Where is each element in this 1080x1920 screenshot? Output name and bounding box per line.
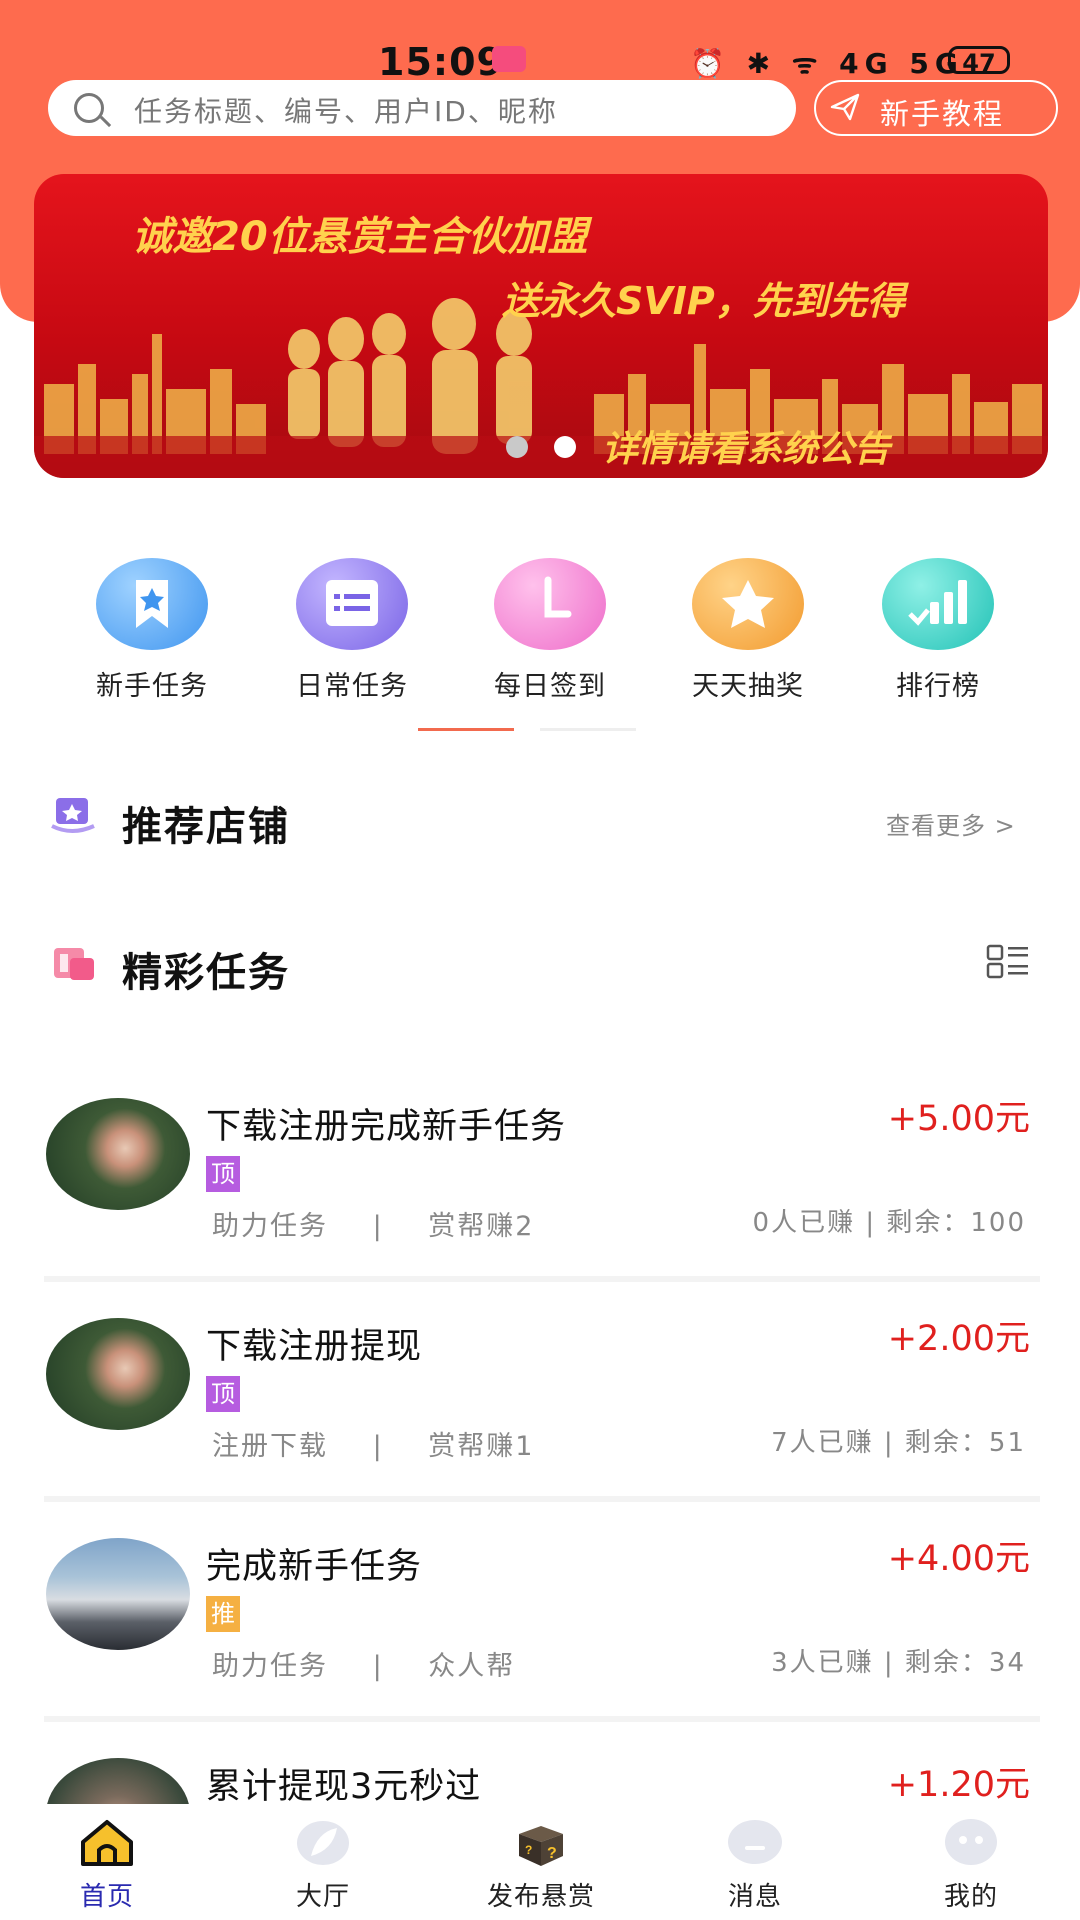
task-stats: 3人已赚 | 剩余：34	[771, 1648, 1026, 1678]
nav-label: 发布悬赏	[486, 1882, 595, 1912]
bookmark-star-icon	[96, 558, 208, 650]
task-reward: +5.00元	[887, 1099, 1030, 1139]
task-category: 助力任务	[212, 1651, 328, 1682]
banner-dot-1[interactable]	[506, 436, 528, 458]
battery-icon: 47	[948, 46, 1010, 77]
search-icon	[74, 93, 104, 123]
promo-banner[interactable]: 诚邀20位悬赏主合伙加盟 送永久SVIP，先到先得 详情请看系统公告	[34, 174, 1048, 478]
task-category: 助力任务	[212, 1211, 328, 1242]
nav-label: 我的	[943, 1882, 998, 1912]
quick-action-label: 日常任务	[296, 671, 408, 702]
task-reward: +2.00元	[887, 1319, 1030, 1359]
huawei-badge-icon	[492, 46, 526, 72]
meta-separator: |	[372, 1651, 384, 1682]
task-stats: 7人已赚 | 剩余：51	[771, 1428, 1026, 1458]
featured-tasks-icon	[54, 948, 94, 980]
banner-notice: 详情请看系统公告	[602, 429, 891, 470]
nav-mine[interactable]: 我的	[896, 1804, 1046, 1913]
quick-action-pager-active	[418, 728, 514, 731]
task-stats: 0人已赚 | 剩余：100	[752, 1208, 1026, 1238]
view-more-link[interactable]: 查看更多 >	[886, 806, 1016, 841]
svg-text:?: ?	[525, 1843, 532, 1857]
pinned-tag: 顶	[206, 1156, 240, 1192]
task-publisher: 赏帮赚2	[428, 1211, 535, 1242]
task-title: 累计提现3元秒过	[206, 1767, 482, 1804]
status-time: 15:09	[378, 40, 504, 84]
quick-action-label: 排行榜	[896, 671, 980, 702]
quick-action-lottery[interactable]: 天天抽奖	[658, 558, 838, 703]
task-avatar	[46, 1318, 190, 1430]
quick-action-daily[interactable]: 日常任务	[262, 558, 442, 703]
quick-action-leaderboard[interactable]: 排行榜	[848, 558, 1028, 703]
recommended-tag: 推	[206, 1596, 240, 1632]
task-title: 下载注册提现	[206, 1327, 423, 1367]
task-avatar	[46, 1098, 190, 1210]
banner-dot-2[interactable]	[554, 436, 576, 458]
nav-label: 消息	[727, 1882, 782, 1912]
nav-hall[interactable]: 大厅	[248, 1804, 398, 1913]
nav-label: 大厅	[295, 1882, 350, 1912]
task-meta: 助力任务 | 赏帮赚2	[212, 1204, 534, 1243]
featured-tasks-title: 精彩任务	[122, 950, 290, 996]
quick-action-label: 新手任务	[96, 671, 208, 702]
recommended-shops-title: 推荐店铺	[122, 804, 290, 850]
task-meta: 注册下载 | 赏帮赚1	[212, 1424, 534, 1463]
paper-plane-icon	[830, 93, 860, 121]
task-avatar	[46, 1538, 190, 1650]
meta-separator: |	[372, 1211, 384, 1242]
nav-home[interactable]: 首页	[32, 1804, 182, 1913]
shop-badge-icon	[51, 798, 95, 833]
task-reward: +4.00元	[887, 1539, 1030, 1579]
tutorial-label: 新手教程	[880, 97, 1005, 131]
user-face-icon	[945, 1819, 997, 1865]
task-category: 注册下载	[212, 1431, 328, 1462]
quick-action-label: 每日签到	[494, 671, 606, 702]
bar-chart-icon	[882, 558, 994, 650]
nav-publish[interactable]: ? ? 发布悬赏	[466, 1804, 616, 1913]
star-icon	[692, 558, 804, 650]
mystery-box-icon: ? ?	[519, 1826, 563, 1866]
meta-separator: |	[372, 1431, 384, 1462]
task-meta: 助力任务 | 众人帮	[212, 1644, 515, 1683]
search-bar[interactable]: 任务标题、编号、用户ID、昵称	[48, 80, 796, 136]
task-avatar	[46, 1758, 190, 1804]
quick-action-label: 天天抽奖	[692, 671, 804, 702]
nav-messages[interactable]: 消息	[680, 1804, 830, 1913]
task-reward: +1.20元	[887, 1765, 1030, 1804]
leaf-icon	[297, 1821, 349, 1865]
divider	[44, 1716, 1040, 1722]
task-title: 下载注册完成新手任务	[206, 1107, 567, 1147]
clock-icon	[494, 558, 606, 650]
divider	[44, 1276, 1040, 1282]
divider	[44, 1496, 1040, 1502]
status-icons: ⏰ ✱ ᯤ 4G 5G	[690, 47, 964, 80]
quick-action-pager-inactive	[540, 728, 636, 731]
banner-subheadline: 送永久SVIP，先到先得	[502, 279, 905, 323]
search-placeholder: 任务标题、编号、用户ID、昵称	[134, 95, 558, 128]
list-view-toggle-icon[interactable]	[986, 944, 1030, 980]
home-icon	[81, 1820, 133, 1866]
task-publisher: 赏帮赚1	[428, 1431, 535, 1462]
quick-action-checkin[interactable]: 每日签到	[460, 558, 640, 703]
svg-text:?: ?	[547, 1845, 557, 1862]
nav-label: 首页	[79, 1882, 134, 1912]
task-publisher: 众人帮	[428, 1651, 516, 1682]
banner-headline: 诚邀20位悬赏主合伙加盟	[132, 214, 588, 260]
tutorial-button[interactable]: 新手教程	[814, 80, 1058, 136]
task-title: 完成新手任务	[206, 1547, 423, 1587]
bottom-nav: 首页 大厅 ? ? 发布悬赏 消息 我的	[0, 1804, 1080, 1920]
pinned-tag: 顶	[206, 1376, 240, 1412]
task-card[interactable]: 累计提现3元秒过 +1.20元	[44, 1758, 1040, 1804]
quick-action-newbie[interactable]: 新手任务	[62, 558, 242, 703]
calendar-list-icon	[296, 558, 408, 650]
chat-bubble-icon	[728, 1820, 782, 1864]
